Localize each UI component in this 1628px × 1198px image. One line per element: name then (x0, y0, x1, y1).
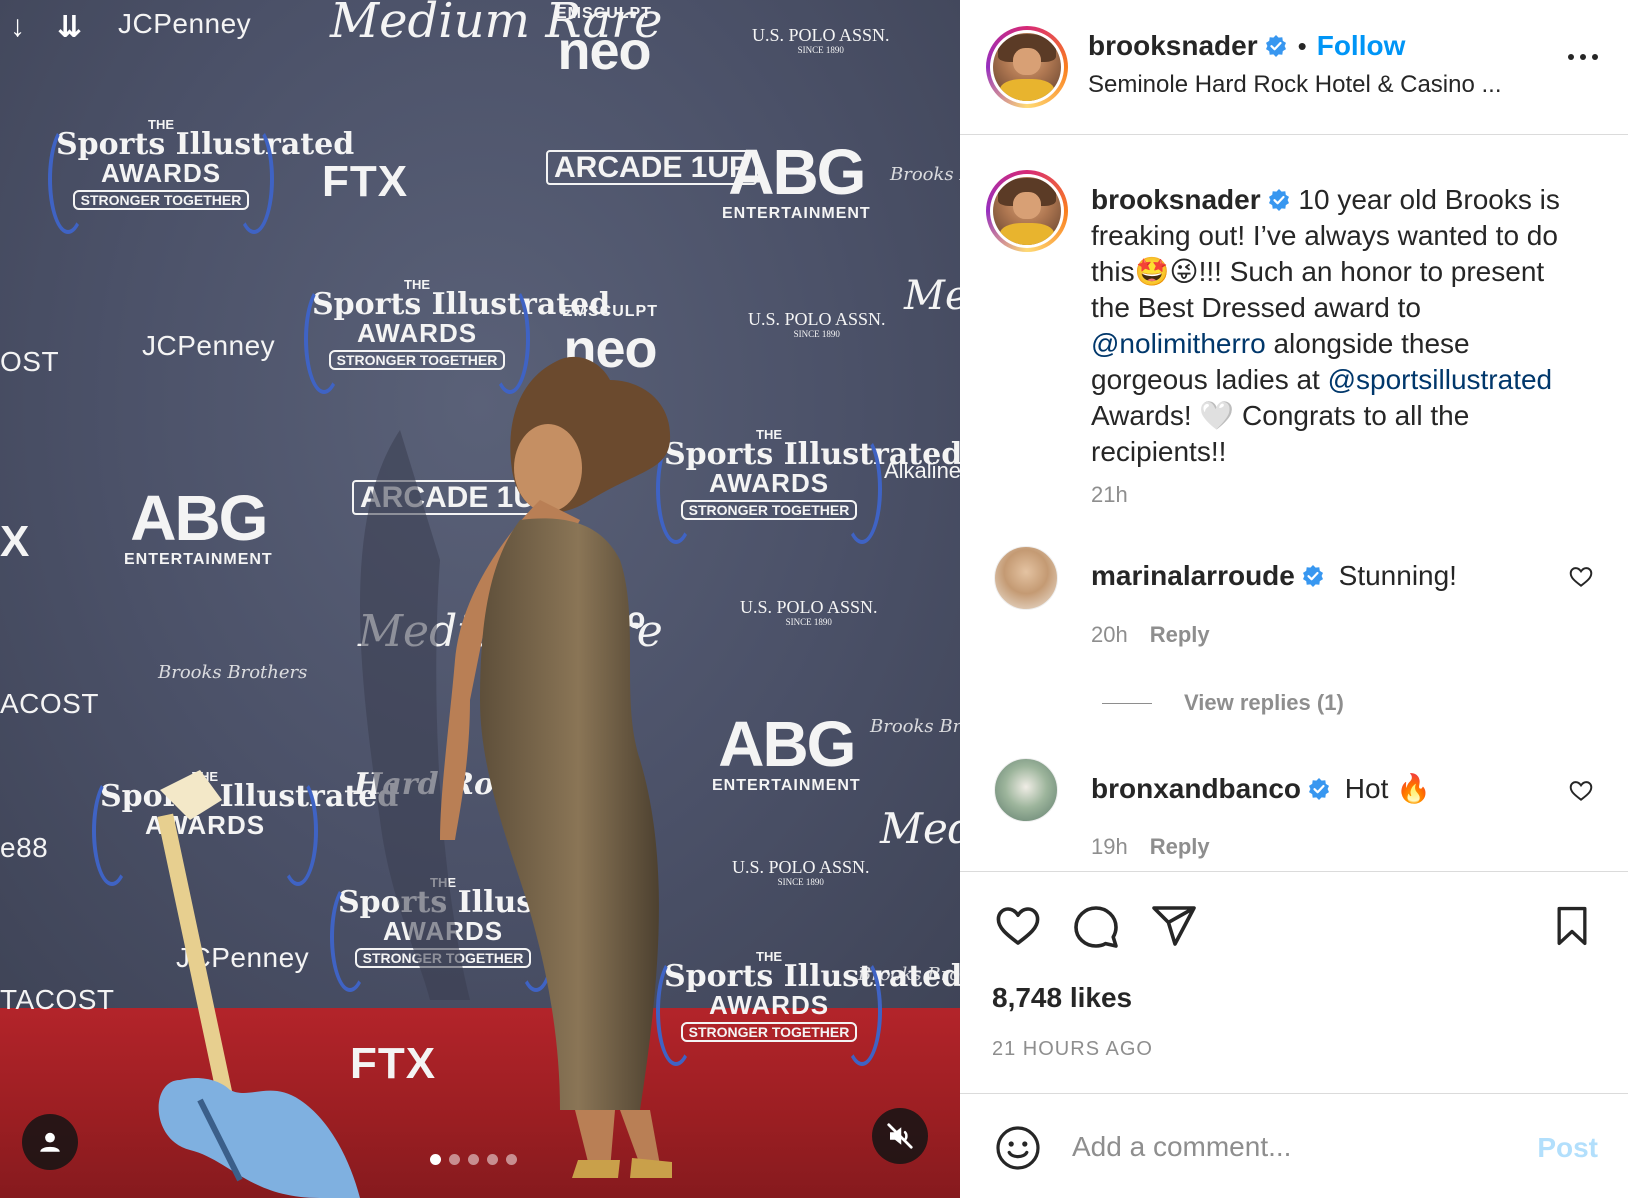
tagged-users-button[interactable] (22, 1114, 78, 1170)
carousel-indicator (430, 1154, 517, 1165)
share-send-icon[interactable] (1150, 902, 1198, 950)
comment-meta: 19h Reply (1091, 834, 1210, 860)
comment-text: Stunning! (1338, 560, 1457, 591)
reply-button[interactable]: Reply (1150, 622, 1210, 647)
like-comment-heart-icon[interactable] (1568, 778, 1594, 804)
shoe-shape (572, 1160, 620, 1178)
post-actions: 8,748 likes 21 HOURS AGO (960, 871, 1628, 1093)
author-username[interactable]: brooksnader (1088, 30, 1258, 62)
guitar-neck (157, 813, 236, 1111)
carousel-dot[interactable] (449, 1154, 460, 1165)
like-heart-icon[interactable] (994, 902, 1042, 950)
comments-scroll-area[interactable]: brooksnader 10 year old Brooks is freaki… (960, 136, 1628, 871)
post-media[interactable]: JCPenney Medium Rare EMSCULPT neo U.S. P… (0, 0, 960, 1198)
carousel-dot[interactable] (487, 1154, 498, 1165)
more-dot-icon (1580, 54, 1586, 60)
comment-username[interactable]: marinalarroude (1091, 560, 1295, 591)
download-arrow-icon: ↓ (10, 10, 25, 43)
caption-timestamp[interactable]: 21h (1091, 482, 1128, 508)
post-details-panel: brooksnader • Follow Seminole Hard Rock … (960, 0, 1628, 1198)
comment-username[interactable]: bronxandbanco (1091, 773, 1301, 804)
view-replies-button[interactable]: View replies (1) (1102, 690, 1344, 716)
shoe-shape (630, 1158, 672, 1178)
like-comment-heart-icon[interactable] (1568, 564, 1594, 590)
save-bookmark-icon[interactable] (1550, 902, 1594, 950)
guitar-body (158, 1078, 360, 1198)
top-arrows-overlay: ↓ ⇊ (10, 10, 82, 45)
post-comment-button[interactable]: Post (1537, 1132, 1598, 1164)
carousel-dot[interactable] (468, 1154, 479, 1165)
more-options-button[interactable] (1568, 54, 1598, 60)
comment-meta: 20h Reply (1091, 622, 1210, 648)
comment-timestamp[interactable]: 19h (1091, 834, 1128, 859)
mention-link[interactable]: @nolimitherro (1091, 328, 1266, 359)
replies-divider-line (1102, 702, 1152, 704)
post-timestamp[interactable]: 21 HOURS AGO (992, 1038, 1153, 1061)
comment-bubble-icon[interactable] (1072, 902, 1120, 950)
dress-shape (480, 518, 659, 1110)
photo-scene (157, 356, 672, 1198)
caption-author-avatar[interactable] (986, 170, 1068, 252)
view-replies-label: View replies (1) (1184, 690, 1344, 715)
follow-button[interactable]: Follow (1317, 30, 1406, 62)
comment-body: marinalarroude Stunning! (1091, 560, 1457, 592)
carousel-dot[interactable] (506, 1154, 517, 1165)
verified-badge-icon (1309, 778, 1330, 800)
leg-shape (620, 1110, 660, 1165)
muted-speaker-icon (887, 1123, 913, 1149)
download-arrow-icon: ⇊ (57, 11, 83, 44)
comment-timestamp[interactable]: 20h (1091, 622, 1128, 647)
user-icon (40, 1132, 60, 1152)
audio-toggle-button[interactable] (872, 1108, 928, 1164)
comment-composer: Post (960, 1093, 1628, 1198)
caption-text-part: Awards! 🤍 Congrats to all the recipients… (1091, 400, 1470, 467)
separator-dot: • (1297, 30, 1307, 61)
add-comment-input[interactable] (1072, 1122, 1502, 1172)
carousel-dot[interactable] (430, 1154, 441, 1165)
action-icons-row (994, 902, 1198, 950)
post-header: brooksnader • Follow Seminole Hard Rock … (960, 0, 1628, 135)
more-dot-icon (1568, 54, 1574, 60)
author-line: brooksnader • Follow (1088, 30, 1405, 62)
verified-badge-icon (1268, 189, 1289, 211)
comment-body: bronxandbanco Hot 🔥 (1091, 772, 1431, 805)
caption-username[interactable]: brooksnader (1091, 184, 1261, 215)
verified-badge-icon (1302, 565, 1323, 587)
commenter-avatar[interactable] (994, 758, 1058, 822)
mention-link[interactable]: @sportsillustrated (1328, 364, 1553, 395)
post-caption: brooksnader 10 year old Brooks is freaki… (1091, 182, 1586, 470)
commenter-avatar[interactable] (994, 546, 1058, 610)
verified-badge-icon (1265, 35, 1286, 57)
comment-text: Hot 🔥 (1344, 773, 1432, 804)
post-location[interactable]: Seminole Hard Rock Hotel & Casino ... (1088, 71, 1502, 99)
face-shape (514, 424, 582, 512)
author-avatar[interactable] (986, 26, 1068, 108)
reply-button[interactable]: Reply (1150, 834, 1210, 859)
likes-count[interactable]: 8,748 likes (992, 982, 1132, 1014)
guitar-head (160, 770, 222, 820)
emoji-smiley-icon[interactable] (994, 1124, 1042, 1172)
more-dot-icon (1592, 54, 1598, 60)
